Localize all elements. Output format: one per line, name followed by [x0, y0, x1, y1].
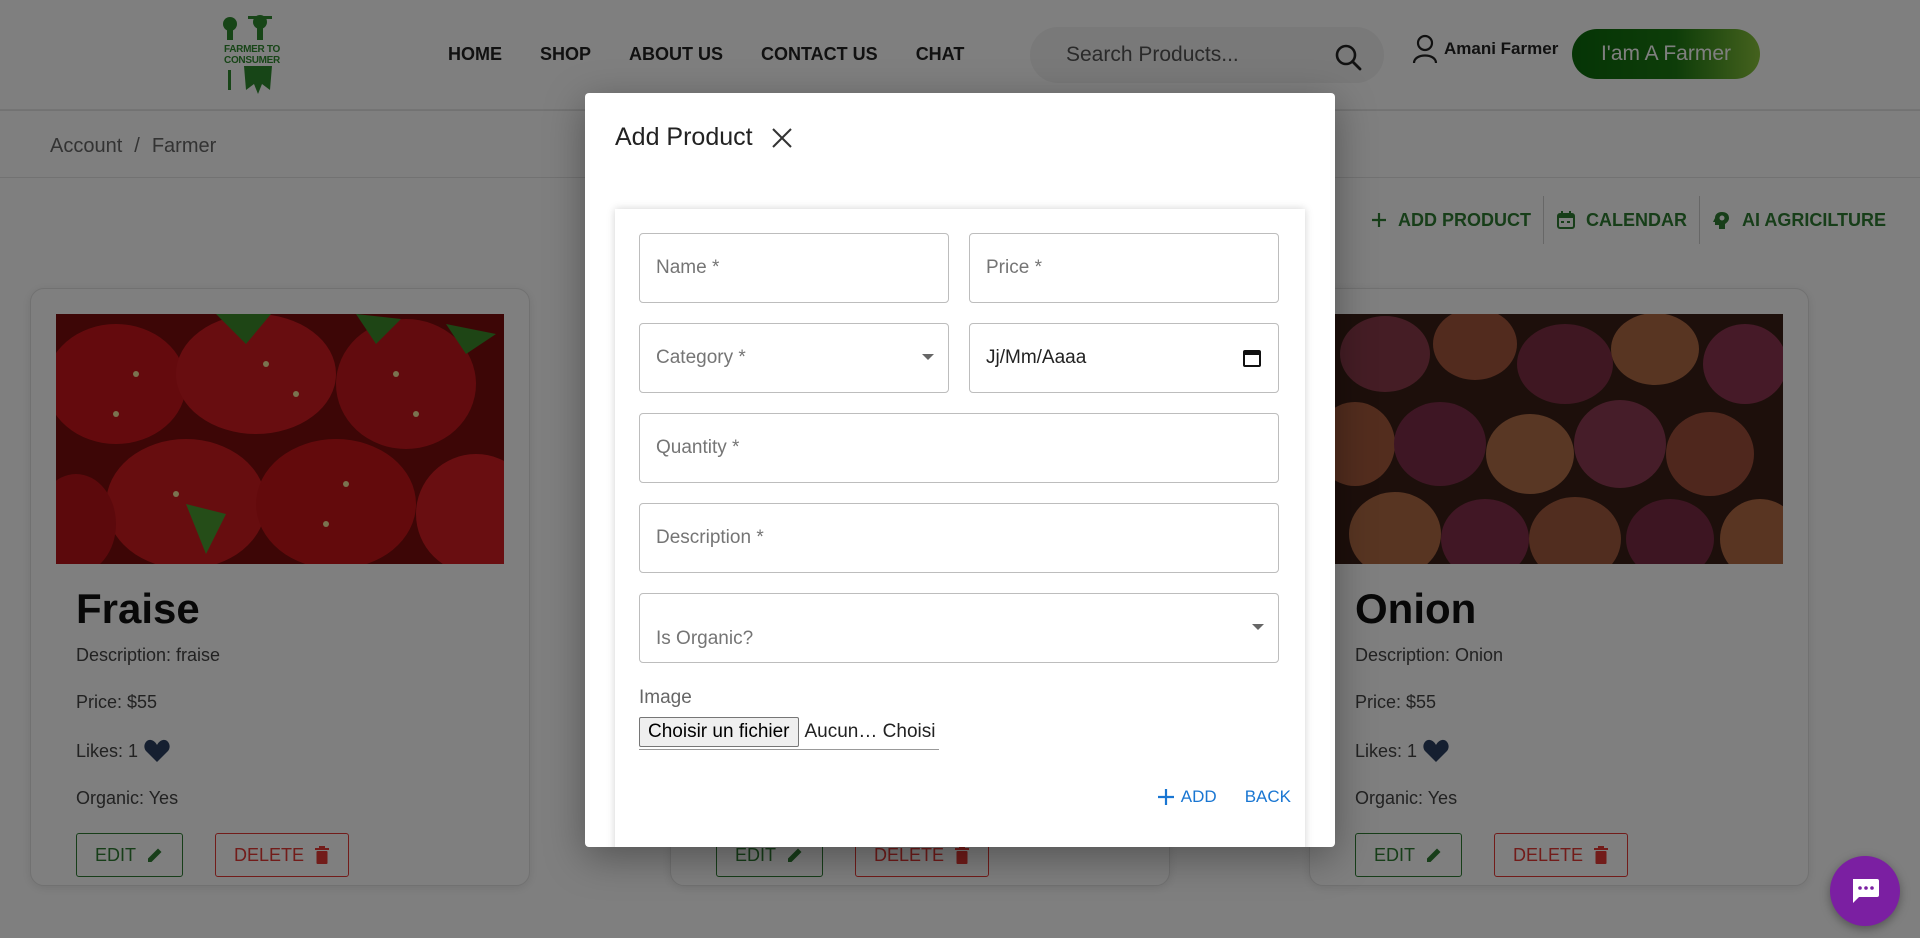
chat-bubble-icon — [1853, 879, 1879, 903]
choose-file-button[interactable]: Choisir un fichier — [639, 717, 799, 747]
dropdown-caret-icon — [922, 354, 934, 360]
add-product-form: Category * Jj/Mm/Aaaa Is Organic? Image … — [615, 209, 1305, 847]
organic-placeholder: Is Organic? — [656, 628, 754, 649]
category-placeholder: Category * — [656, 347, 746, 368]
description-field — [639, 503, 1279, 573]
form-actions: ADD BACK — [1156, 787, 1291, 807]
back-label: BACK — [1244, 787, 1291, 806]
price-input[interactable] — [986, 234, 1234, 302]
image-file-input: Choisir un fichier Aucun… Choisi — [639, 717, 940, 750]
quantity-input[interactable] — [656, 414, 1234, 482]
price-field — [969, 233, 1279, 303]
description-input[interactable] — [656, 504, 1234, 572]
calendar-icon[interactable] — [1242, 348, 1262, 368]
add-label: ADD — [1180, 787, 1217, 806]
add-product-dialog: Add Product Category * Jj/Mm/Aaaa — [585, 93, 1335, 847]
category-select[interactable]: Category * — [639, 323, 949, 393]
close-icon[interactable] — [769, 125, 795, 151]
date-field[interactable]: Jj/Mm/Aaaa — [969, 323, 1279, 393]
file-status: Aucun… Choisi — [804, 721, 936, 742]
chat-button[interactable] — [1830, 856, 1900, 926]
back-button[interactable]: BACK — [1245, 787, 1291, 807]
quantity-field — [639, 413, 1279, 483]
dropdown-caret-icon — [1252, 624, 1264, 630]
organic-select[interactable]: Is Organic? — [639, 593, 1279, 663]
add-button[interactable]: ADD — [1156, 787, 1217, 807]
plus-icon — [1157, 789, 1174, 805]
date-value: Jj/Mm/Aaaa — [986, 347, 1087, 368]
dialog-title: Add Product — [615, 123, 753, 151]
image-label: Image — [639, 687, 692, 708]
name-input[interactable] — [656, 234, 904, 302]
name-field — [639, 233, 949, 303]
